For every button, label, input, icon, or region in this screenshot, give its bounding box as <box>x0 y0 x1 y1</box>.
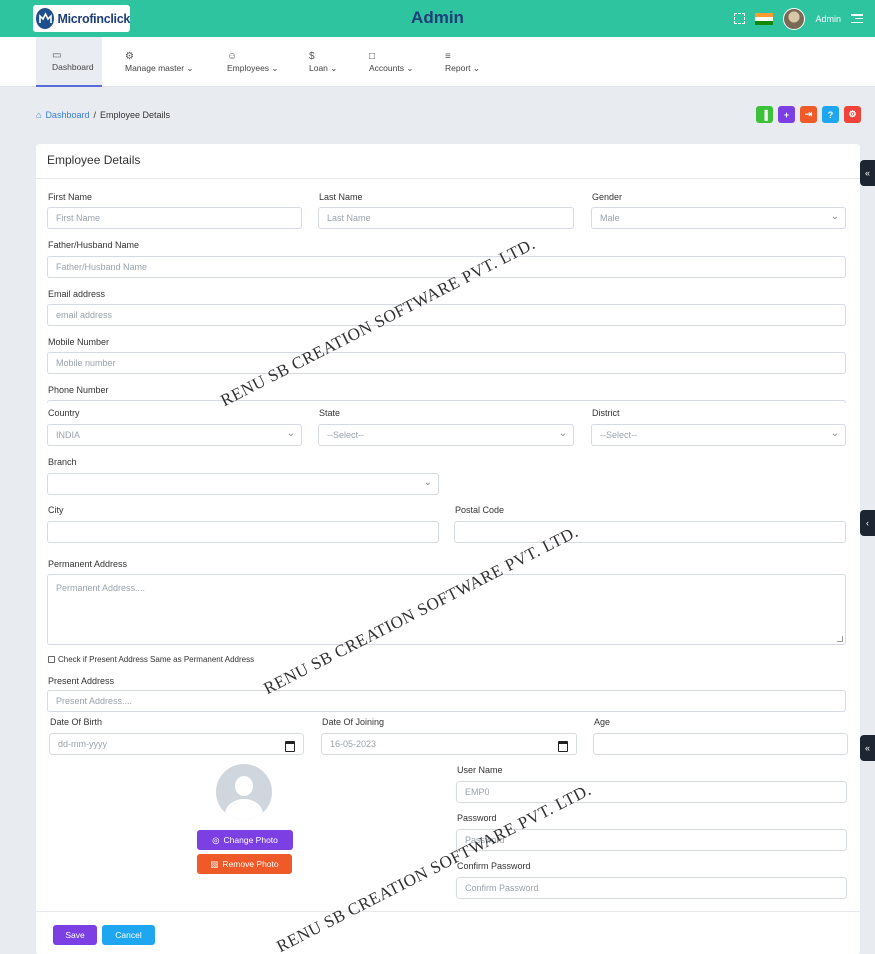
mobile-input[interactable]: Mobile number <box>47 352 846 374</box>
phone-label: Phone Number <box>48 385 109 395</box>
branch-select[interactable] <box>47 473 439 495</box>
present-address-label: Present Address <box>48 676 115 686</box>
state-label: State <box>319 408 341 418</box>
chart-icon[interactable]: ▐ <box>756 106 773 123</box>
nav-accounts[interactable]: □ Accounts ⌄ <box>369 37 413 87</box>
monitor-icon: ▭ <box>52 49 62 61</box>
age-label: Age <box>594 717 611 727</box>
confirm-password-label: Confirm Password <box>457 861 531 871</box>
branch-label: Branch <box>48 457 77 467</box>
cancel-button[interactable]: Cancel <box>102 925 155 945</box>
gender-select[interactable]: Male <box>591 207 846 229</box>
breadcrumb-home[interactable]: Dashboard <box>45 110 89 120</box>
user-icon: ☺ <box>227 50 238 62</box>
dob-input[interactable]: dd-mm-yyyy <box>49 733 304 755</box>
phone-input[interactable] <box>47 400 846 403</box>
settings-icon: ⚙ <box>125 50 134 62</box>
change-photo-button[interactable]: ◎ Change Photo <box>197 830 293 850</box>
same-address-checkbox[interactable]: Check if Present Address Same as Permane… <box>48 655 254 664</box>
logo-icon <box>36 8 55 29</box>
gender-label: Gender <box>592 192 623 202</box>
fullscreen-icon[interactable] <box>734 13 746 24</box>
save-button[interactable]: Save <box>53 925 97 945</box>
first-name-input[interactable]: First Name <box>47 207 302 229</box>
last-name-label: Last Name <box>319 192 363 202</box>
password-label: Password <box>457 813 497 823</box>
country-select[interactable]: INDIA <box>47 424 302 446</box>
help-icon[interactable]: ? <box>822 106 839 123</box>
dollar-icon: $ <box>309 50 315 62</box>
chevrons-left-icon: « <box>864 743 870 753</box>
image-off-icon: ▧ <box>210 858 219 869</box>
chevrons-left-icon: ‹ <box>866 518 869 528</box>
age-input[interactable] <box>593 733 848 755</box>
breadcrumb-current: Employee Details <box>99 110 171 120</box>
district-label: District <box>592 408 620 418</box>
email-label: Email address <box>48 289 106 299</box>
side-panel-toggle[interactable]: ‹ <box>860 510 875 536</box>
username-input[interactable]: EMP0 <box>456 781 847 803</box>
main-nav: ▭ Dashboard ⚙ Manage master ⌄ ☺ Employee… <box>0 37 875 87</box>
action-toolbar: ▐ + ⇥ ? ⚙ <box>756 106 861 123</box>
side-panel-toggle[interactable]: « <box>860 160 875 186</box>
form-title: Employee Details <box>36 144 860 179</box>
present-address-input[interactable]: Present Address.... <box>47 690 846 712</box>
plus-icon[interactable]: + <box>778 106 795 123</box>
logo-text: Microfinclick <box>57 11 130 26</box>
book-icon: □ <box>369 50 376 62</box>
nav-manage-master[interactable]: ⚙ Manage master ⌄ <box>125 37 194 87</box>
email-field[interactable]: email address <box>47 304 846 326</box>
password-input[interactable]: Password <box>456 829 847 851</box>
login-icon[interactable]: ⇥ <box>800 106 817 123</box>
postal-code-input[interactable] <box>454 521 846 543</box>
doj-input[interactable]: 16-05-2023 <box>321 733 577 755</box>
remove-photo-button[interactable]: ▧ Remove Photo <box>197 854 292 874</box>
same-address-label: Check if Present Address Same as Permane… <box>58 655 255 664</box>
layers-icon: ≡ <box>445 50 451 62</box>
menu-icon[interactable] <box>851 14 863 23</box>
mobile-label: Mobile Number <box>48 337 110 347</box>
camera-icon: ◎ <box>212 834 220 845</box>
father-name-input[interactable]: Father/Husband Name <box>47 256 846 278</box>
state-select[interactable]: --Select-- <box>318 424 574 446</box>
nav-report[interactable]: ≡ Report ⌄ <box>445 37 480 87</box>
nav-employees[interactable]: ☺ Employees ⌄ <box>227 37 279 87</box>
chevrons-left-icon: « <box>864 168 870 178</box>
avatar[interactable] <box>783 7 806 30</box>
side-panel-toggle[interactable]: « <box>860 735 875 761</box>
city-input[interactable] <box>47 521 439 543</box>
first-name-label: First Name <box>48 192 93 202</box>
employee-form-card: Employee Details First Name First Name L… <box>36 144 860 954</box>
india-flag-icon[interactable] <box>755 12 774 25</box>
permanent-address-label: Permanent Address <box>48 559 128 569</box>
app-logo[interactable]: Microfinclick <box>33 5 130 32</box>
last-name-input[interactable]: Last Name <box>318 207 574 229</box>
city-label: City <box>48 505 64 515</box>
form-divider <box>36 911 860 912</box>
postal-code-label: Postal Code <box>455 505 505 515</box>
permanent-address-textarea[interactable]: Permanent Address.... <box>47 574 846 645</box>
home-icon[interactable]: ⌂ <box>36 110 41 120</box>
top-bar: Microfinclick Admin Admin <box>0 0 875 37</box>
confirm-password-input[interactable]: Confirm Password <box>456 877 847 899</box>
breadcrumb-separator: / <box>93 110 96 120</box>
gear-icon[interactable]: ⚙ <box>844 106 861 123</box>
nav-loan[interactable]: $ Loan ⌄ <box>309 37 337 87</box>
nav-dashboard[interactable]: ▭ Dashboard <box>36 37 102 87</box>
user-name[interactable]: Admin <box>815 14 841 24</box>
profile-photo <box>216 764 272 820</box>
doj-label: Date Of Joining <box>322 717 385 727</box>
dob-label: Date Of Birth <box>50 717 103 727</box>
username-label: User Name <box>457 765 503 775</box>
father-name-label: Father/Husband Name <box>48 240 140 250</box>
checkbox-box[interactable] <box>48 656 55 663</box>
country-label: Country <box>48 408 80 418</box>
breadcrumb: ⌂ Dashboard / Employee Details <box>36 110 170 120</box>
district-select[interactable]: --Select-- <box>591 424 846 446</box>
